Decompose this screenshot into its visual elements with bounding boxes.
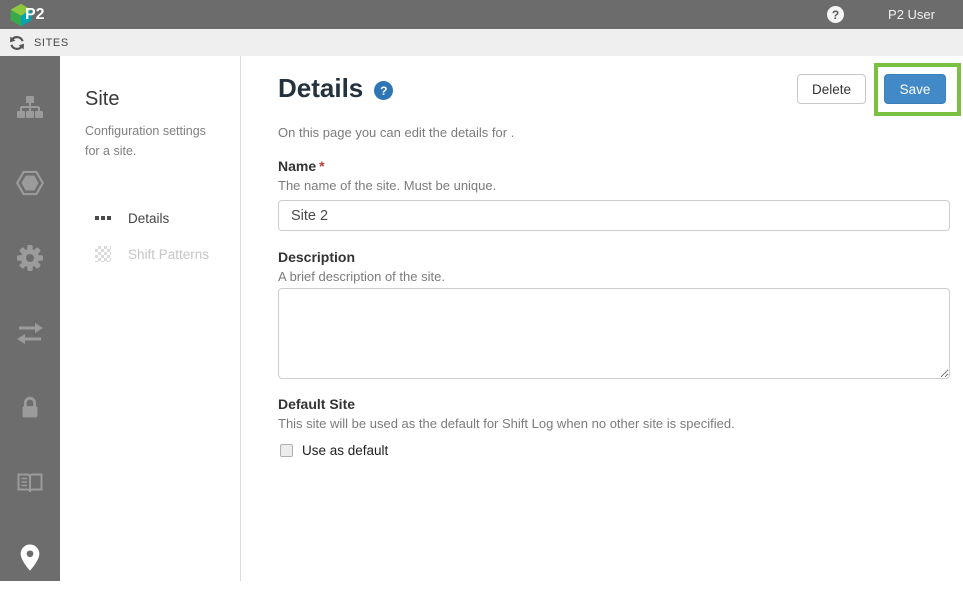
refresh-icon[interactable]	[9, 35, 25, 51]
description-field-help: A brief description of the site.	[278, 269, 445, 284]
help-glyph: ?	[831, 7, 840, 22]
sidebar-item-logbook[interactable]	[0, 445, 60, 520]
help-icon[interactable]: ?	[827, 6, 845, 23]
main-nav-sidebar	[0, 56, 60, 581]
delete-button[interactable]: Delete	[797, 74, 866, 104]
panel-nav-shift-patterns[interactable]: Shift Patterns	[60, 242, 240, 266]
sidebar-item-hierarchy[interactable]	[0, 70, 60, 145]
page-help-icon[interactable]: ?	[374, 81, 394, 100]
sidebar-item-hexagon[interactable]	[0, 145, 60, 220]
save-button[interactable]: Save	[884, 74, 946, 104]
p2-logo[interactable]: P2	[8, 2, 45, 28]
lock-icon	[22, 396, 38, 417]
description-textarea[interactable]	[278, 288, 950, 379]
default-site-label: Default Site	[278, 396, 356, 412]
panel-nav-details-label: Details	[128, 210, 170, 226]
name-field-label: Name *	[278, 158, 325, 174]
top-bar: P2 ? P2 User	[0, 0, 963, 29]
sidebar-item-settings[interactable]	[0, 220, 60, 295]
name-input[interactable]	[278, 200, 950, 231]
breadcrumb-bar: SITES	[0, 29, 963, 56]
page-help-glyph: ?	[380, 83, 388, 98]
user-menu[interactable]: P2 User	[888, 7, 935, 22]
sidebar-item-sites[interactable]	[0, 520, 60, 595]
transfer-arrows-icon	[17, 322, 43, 344]
panel-title: Site	[85, 88, 120, 110]
sidebar-item-security[interactable]	[0, 370, 60, 445]
section-panel: Site Configuration settings for a site. …	[60, 56, 241, 581]
breadcrumb-sites[interactable]: SITES	[34, 37, 69, 49]
panel-nav-details[interactable]: Details	[60, 206, 240, 230]
use-as-default-checkbox[interactable]	[280, 444, 293, 457]
location-pin-icon	[20, 543, 40, 571]
details-dots-icon	[95, 216, 113, 220]
panel-nav-shift-patterns-label: Shift Patterns	[128, 246, 210, 262]
name-field-help: The name of the site. Must be unique.	[278, 178, 497, 193]
description-field-label: Description	[278, 249, 356, 265]
use-as-default-label[interactable]: Use as default	[302, 443, 388, 458]
required-asterisk: *	[319, 158, 325, 174]
hierarchy-icon	[17, 95, 43, 118]
shift-patterns-checker-icon	[95, 246, 111, 262]
gear-icon	[17, 244, 43, 271]
page-subtitle: On this page you can edit the details fo…	[278, 125, 515, 140]
panel-description: Configuration settings for a site.	[85, 124, 206, 158]
page-title: Details	[278, 73, 364, 103]
default-site-help: This site will be used as the default fo…	[278, 416, 735, 431]
book-icon	[17, 473, 43, 492]
sidebar-item-transfer[interactable]	[0, 295, 60, 370]
hexagon-icon	[15, 170, 45, 195]
p2-logo-text: P2	[25, 5, 45, 23]
details-form: Details ? On this page you can edit the …	[278, 56, 950, 458]
